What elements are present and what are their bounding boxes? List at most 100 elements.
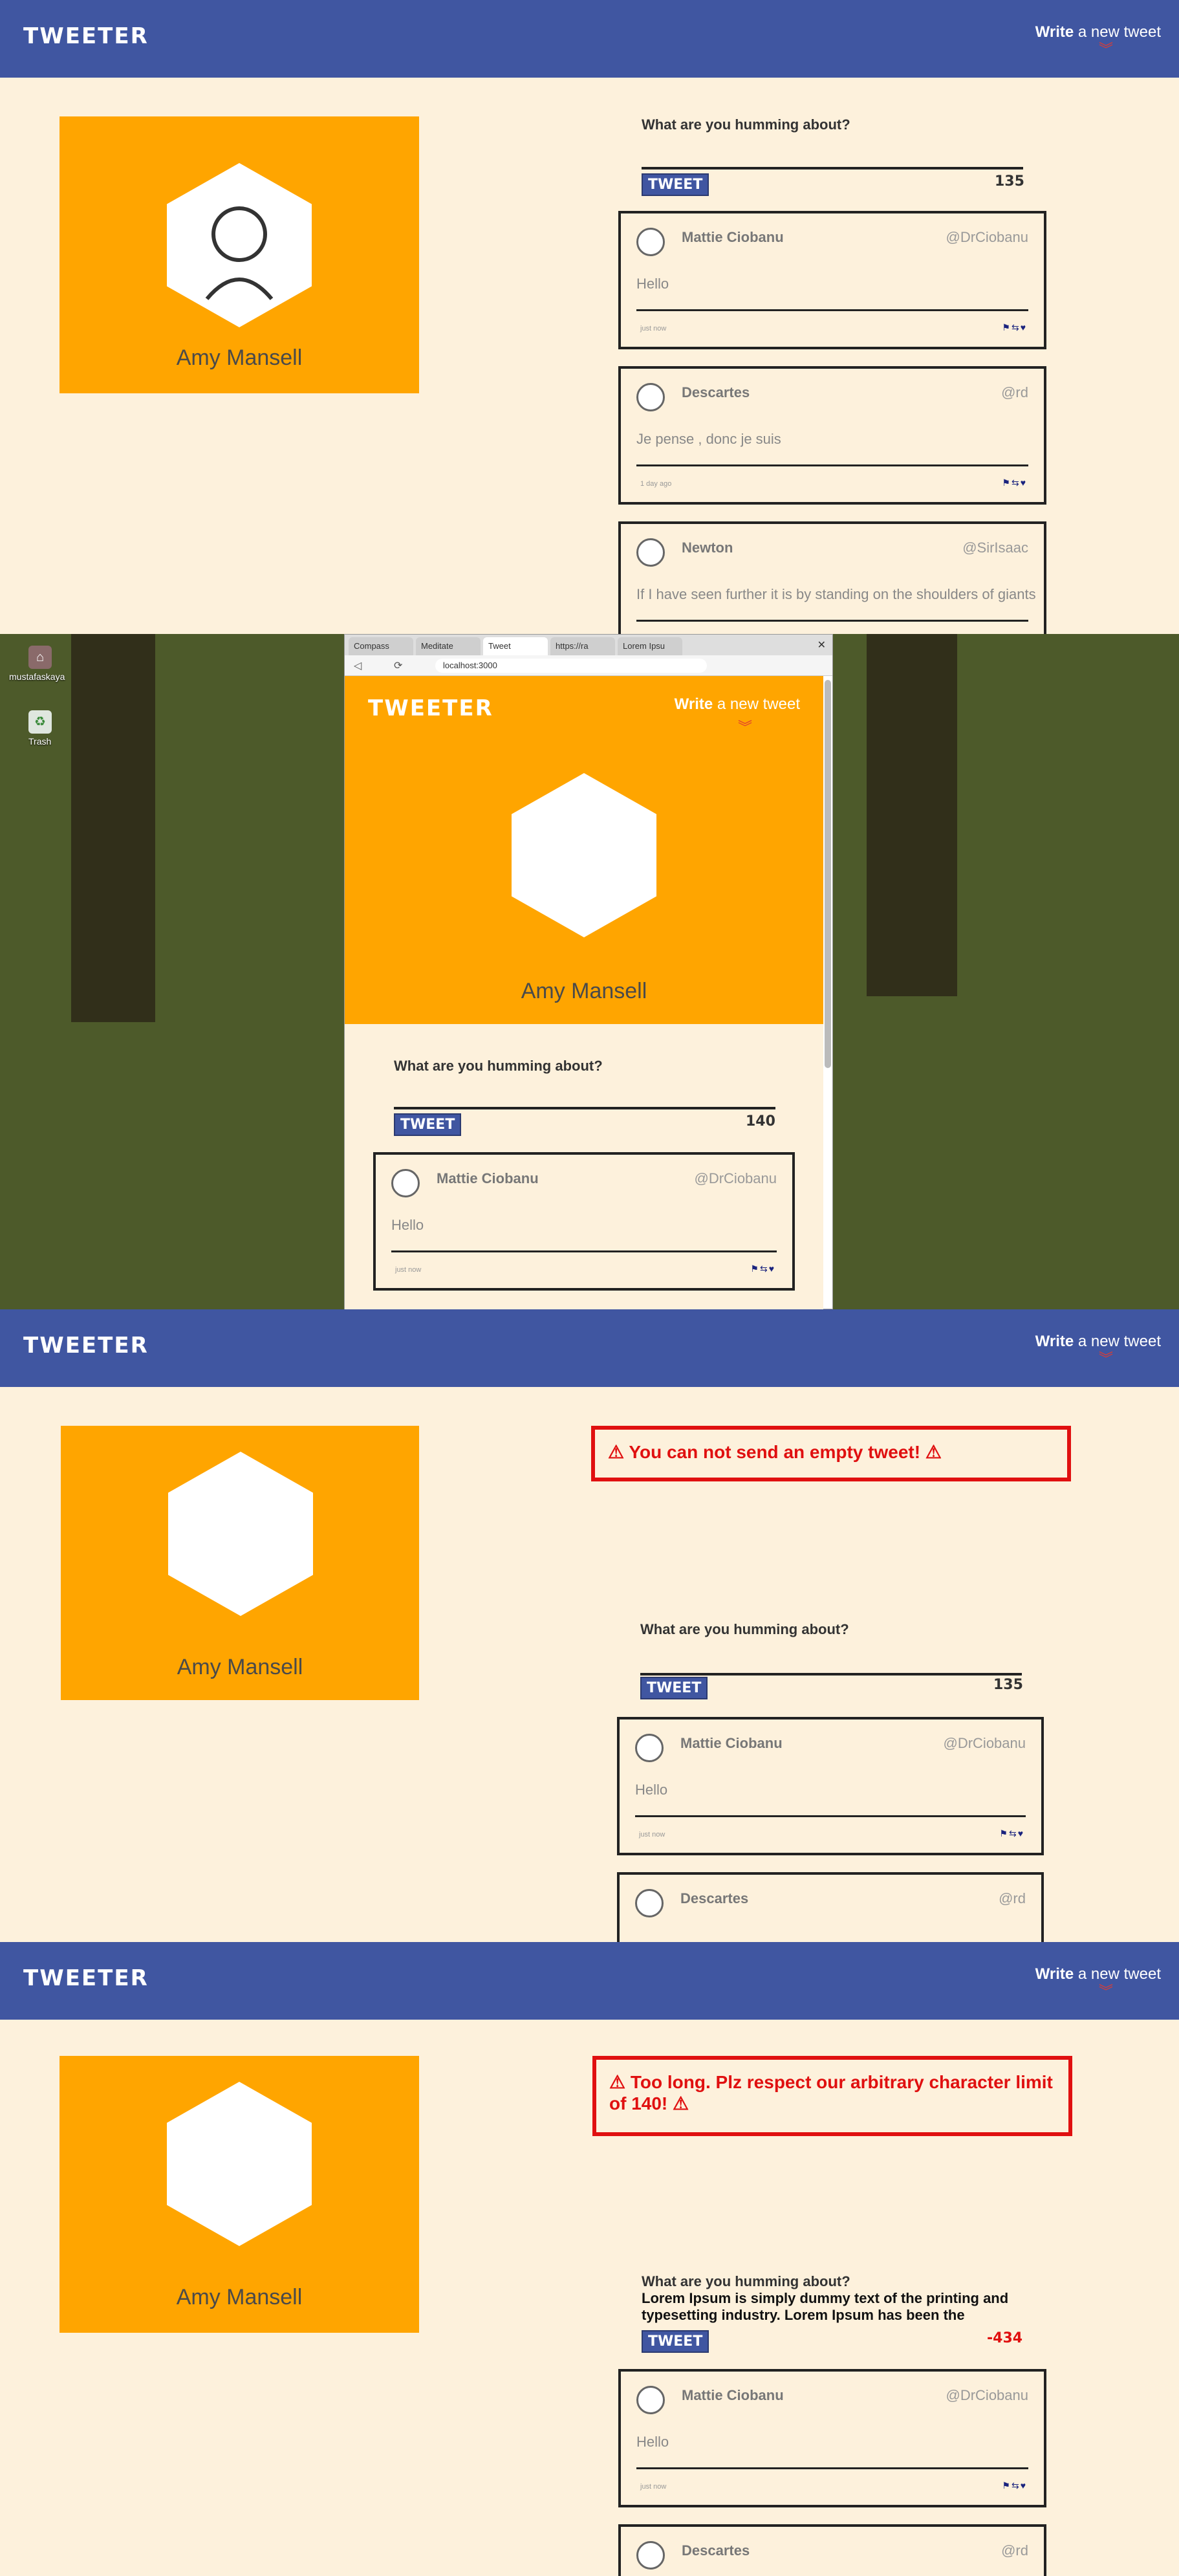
- chevron-down-icon[interactable]: ︾: [1099, 1352, 1113, 1366]
- tweet-body: Hello: [391, 1217, 424, 1233]
- desktop-icon-label: mustafaskaya: [9, 671, 65, 682]
- write-new-tweet-link[interactable]: Write a new tweet: [1035, 1965, 1161, 1983]
- tweet-actions-icons[interactable]: ⚑⇆♥: [750, 1263, 775, 1274]
- error-banner-too-long: ⚠ Too long. Plz respect our arbitrary ch…: [592, 2056, 1072, 2136]
- tweet-button[interactable]: TWEET: [394, 1113, 462, 1136]
- tab-compass[interactable]: Compass: [349, 637, 413, 655]
- tweet-card: Mattie Ciobanu @DrCiobanu Hello just now…: [373, 1152, 795, 1291]
- tweet-time: just now: [640, 325, 667, 333]
- tweet-time: just now: [640, 2483, 667, 2491]
- tweet-handle: @DrCiobanu: [694, 1170, 777, 1186]
- write-new-tweet-link[interactable]: Write a new tweet: [1035, 23, 1161, 41]
- composer-prompt: What are you humming about?: [640, 1621, 849, 1637]
- textarea-line-2: typesetting industry. Lorem Ipsum has be…: [642, 2307, 965, 2323]
- composer-input-line[interactable]: [642, 167, 1023, 169]
- char-counter: 135: [995, 173, 1024, 190]
- navbar: TWEETER Write a new tweet ︾: [0, 1309, 1179, 1387]
- tweet-card: Descartes @rd: [618, 2524, 1046, 2576]
- chevron-down-icon[interactable]: ︾: [1099, 43, 1113, 57]
- tweet-body: Je pense , donc je suis: [636, 431, 781, 447]
- tweet-button[interactable]: TWEET: [640, 1677, 708, 1699]
- error-banner-empty: ⚠ You can not send an empty tweet! ⚠: [591, 1426, 1071, 1481]
- page-viewport: TWEETER Write a new tweet ︾ Amy Mansell …: [345, 676, 823, 1309]
- tweet-actions-icons[interactable]: ⚑⇆♥: [1002, 322, 1027, 333]
- screenshot-panel-3: TWEETER Write a new tweet ︾ Amy Mansell …: [0, 1309, 1179, 1942]
- tweet-card: Descartes @rd: [617, 1872, 1044, 1942]
- tweet-author: Descartes: [682, 384, 750, 400]
- char-counter: 135: [993, 1677, 1023, 1693]
- brand-logo[interactable]: TWEETER: [23, 23, 149, 49]
- char-counter: 140: [746, 1113, 775, 1130]
- divider: [391, 1250, 777, 1252]
- composer-input-line[interactable]: [394, 1107, 775, 1109]
- composer-input-line[interactable]: [640, 1673, 1022, 1675]
- tweet-author: Mattie Ciobanu: [437, 1170, 539, 1186]
- tweet-body: Hello: [635, 1782, 668, 1798]
- tree-trunk-left: [71, 634, 155, 1022]
- tweet-button[interactable]: TWEET: [642, 2330, 709, 2353]
- tweet-actions-icons[interactable]: ⚑⇆♥: [1002, 2480, 1027, 2491]
- tweet-author: Mattie Ciobanu: [680, 1735, 783, 1751]
- profile-card: Amy Mansell: [61, 1426, 419, 1700]
- tweet-body: Hello: [636, 276, 669, 292]
- composer-textarea[interactable]: Lorem Ipsum is simply dummy text of the …: [642, 2290, 1017, 2324]
- tweet-actions-icons[interactable]: ⚑⇆♥: [1002, 477, 1027, 488]
- write-rest: a new tweet: [1074, 23, 1161, 41]
- write-rest: a new tweet: [713, 695, 800, 713]
- error-message: You can not send an empty tweet!: [629, 1442, 921, 1462]
- tweet-card: Newton @SirIsaac If I have seen further …: [618, 521, 1046, 634]
- divider: [635, 1815, 1026, 1817]
- user-avatar-icon: [636, 2541, 665, 2570]
- screenshot-panel-1: TWEETER Write a new tweet ︾ Amy Mansell …: [0, 0, 1179, 634]
- write-bold: Write: [674, 695, 713, 713]
- tab-tweeter[interactable]: Tweet: [483, 637, 548, 655]
- close-icon[interactable]: ✕: [817, 639, 826, 651]
- user-avatar-icon: [635, 1889, 664, 1917]
- user-avatar-icon: [635, 1734, 664, 1762]
- address-bar: ◁ ⟳ localhost:3000: [345, 655, 832, 676]
- url-input[interactable]: localhost:3000: [435, 659, 707, 673]
- tweet-author: Descartes: [680, 1890, 749, 1906]
- tweet-handle: @DrCiobanu: [943, 1735, 1026, 1751]
- tweet-author: Newton: [682, 540, 733, 556]
- tweet-body: Hello: [636, 2434, 669, 2450]
- profile-name: Amy Mansell: [176, 2285, 303, 2309]
- warning-icon: ⚠: [608, 1442, 625, 1462]
- composer-prompt: What are you humming about?: [642, 116, 850, 133]
- tab-lorem[interactable]: Lorem Ipsu: [618, 637, 682, 655]
- profile-name: Amy Mansell: [521, 979, 647, 1003]
- trash-icon[interactable]: ♻: [28, 710, 52, 734]
- chevron-down-icon[interactable]: ︾: [738, 716, 752, 737]
- write-new-tweet-link[interactable]: Write a new tweet: [675, 695, 800, 714]
- browser-window: Compass Meditate Tweet https://ra Lorem …: [344, 634, 833, 1309]
- tweet-time: just now: [395, 1266, 422, 1274]
- write-bold: Write: [1035, 23, 1074, 41]
- tweet-handle: @SirIsaac: [962, 540, 1028, 556]
- chevron-down-icon[interactable]: ︾: [1099, 1985, 1113, 1999]
- brand-logo[interactable]: TWEETER: [368, 695, 493, 721]
- user-avatar-icon: [636, 228, 665, 256]
- brand-logo[interactable]: TWEETER: [23, 1965, 149, 1991]
- tweet-card: Mattie Ciobanu @DrCiobanu Hello just now…: [617, 1717, 1044, 1855]
- tweet-actions-icons[interactable]: ⚑⇆♥: [999, 1828, 1024, 1839]
- write-new-tweet-link[interactable]: Write a new tweet: [1035, 1333, 1161, 1351]
- tab-random[interactable]: https://ra: [550, 637, 615, 655]
- tweet-time: just now: [639, 1831, 665, 1839]
- reload-icon[interactable]: ⟳: [394, 659, 402, 672]
- home-icon[interactable]: ⌂: [28, 646, 52, 669]
- avatar-illustration-icon: [205, 206, 274, 300]
- scrollbar[interactable]: [825, 680, 831, 1068]
- tweet-button[interactable]: TWEET: [642, 173, 709, 196]
- write-bold: Write: [1035, 1333, 1074, 1350]
- avatar: [167, 163, 312, 327]
- char-counter: -434: [987, 2330, 1023, 2346]
- write-rest: a new tweet: [1074, 1333, 1161, 1350]
- tweet-handle: @rd: [1001, 384, 1028, 400]
- navbar: TWEETER Write a new tweet ︾: [0, 1942, 1179, 2020]
- brand-logo[interactable]: TWEETER: [23, 1333, 149, 1359]
- tweet-handle: @DrCiobanu: [946, 2387, 1029, 2403]
- back-icon[interactable]: ◁: [354, 659, 362, 672]
- tab-meditate[interactable]: Meditate: [416, 637, 481, 655]
- desktop-icon-label: Trash: [28, 736, 52, 747]
- tweet-author: Mattie Ciobanu: [682, 229, 784, 245]
